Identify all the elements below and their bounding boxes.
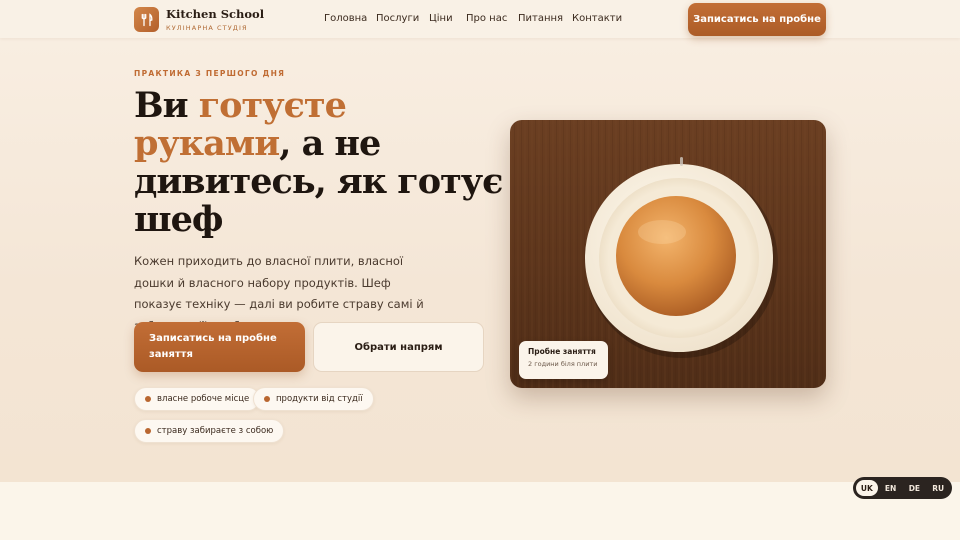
lang-option-en[interactable]: EN [880, 480, 902, 496]
hero-eyebrow: ПРАКТИКА З ПЕРШОГО ДНЯ [134, 69, 286, 78]
lang-option-ru[interactable]: RU [927, 480, 949, 496]
headline-accent-1: готуєте [198, 85, 347, 126]
header-signup-button[interactable]: Записатись на пробне [688, 3, 826, 36]
hero-headline: Ви готуєте руками, а не дивитесь, як готу… [134, 87, 504, 239]
next-section-background [0, 482, 960, 540]
feature-chip: власне робоче місце [134, 387, 261, 411]
lang-option-de[interactable]: DE [904, 480, 926, 496]
bullet-dot-icon [145, 428, 151, 434]
nav-prices[interactable]: Ціни [429, 13, 453, 24]
photo-caption-card: Пробне заняття 2 години біля плити [519, 341, 608, 379]
feature-chip: продукти від студії [253, 387, 374, 411]
feature-chip-label: продукти від студії [276, 394, 363, 404]
headline-accent-2: руками [134, 123, 280, 164]
headline-part-1: Ви [134, 85, 199, 126]
feature-chip-label: власне робоче місце [157, 394, 250, 404]
fork-knife-icon[interactable] [134, 7, 159, 32]
brand-name[interactable]: Kitchen School [166, 7, 264, 21]
feature-chip-label: страву забираєте з собою [157, 426, 274, 436]
nav-services[interactable]: Послуги [376, 13, 419, 24]
language-switcher: UK EN DE RU [853, 477, 952, 499]
caption-subtitle: 2 години біля плити [528, 360, 598, 368]
trial-signup-button[interactable]: Записатись на пробне заняття [134, 322, 305, 372]
nav-about[interactable]: Про нас [466, 13, 507, 24]
nav-home[interactable]: Головна [324, 13, 367, 24]
nav-contacts[interactable]: Контакти [572, 13, 622, 24]
bullet-dot-icon [145, 396, 151, 402]
bullet-dot-icon [264, 396, 270, 402]
brand-subtitle: КУЛІНАРНА СТУДІЯ [166, 24, 248, 32]
caption-title: Пробне заняття [528, 347, 596, 356]
feature-chip: страву забираєте з собою [134, 419, 285, 443]
lang-option-uk[interactable]: UK [856, 480, 878, 496]
choose-direction-button[interactable]: Обрати напрям [313, 322, 484, 372]
nav-faq[interactable]: Питання [518, 13, 563, 24]
